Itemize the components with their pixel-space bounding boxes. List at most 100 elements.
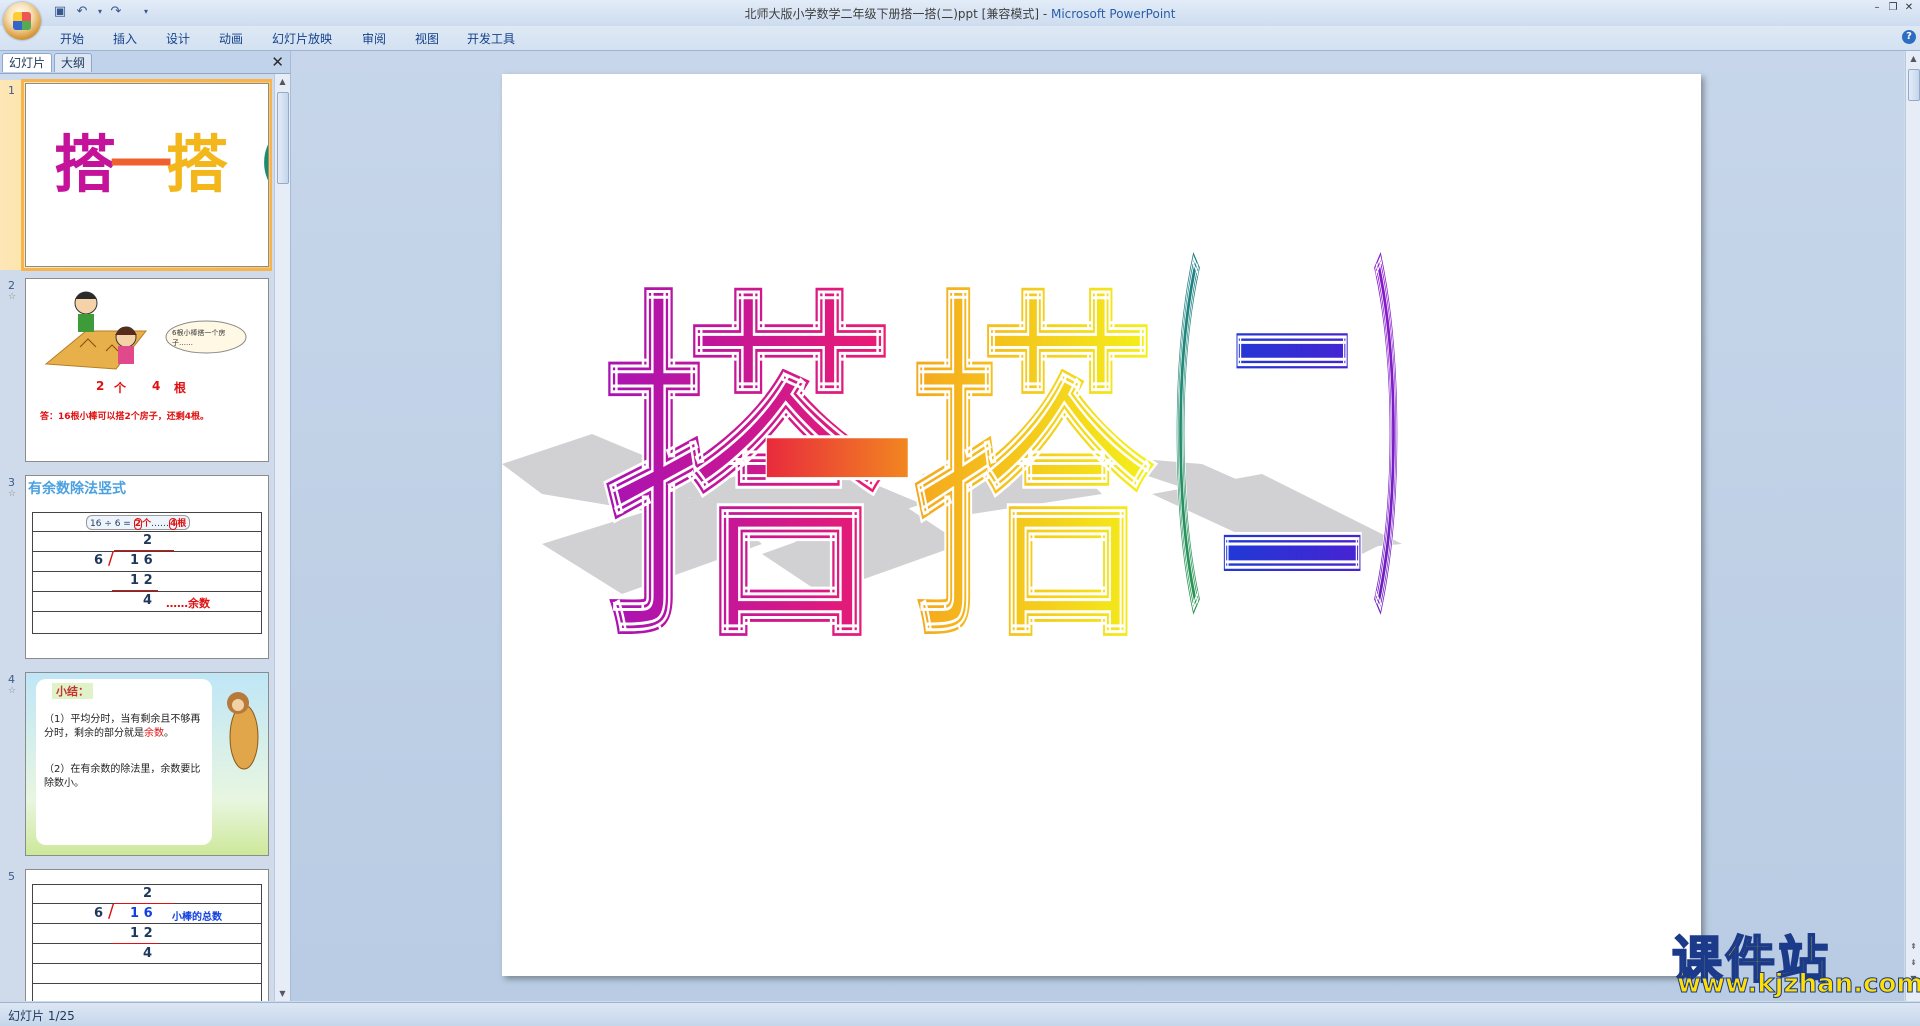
slide-1-title: 搭一搭（二） bbox=[54, 114, 268, 204]
equation-dots: …… bbox=[151, 519, 169, 529]
subtract-line bbox=[112, 590, 158, 591]
office-button[interactable] bbox=[3, 2, 41, 40]
point-1-keyword: 余数 bbox=[144, 728, 164, 739]
product: 1 2 bbox=[130, 926, 153, 941]
dividend: 1 6 bbox=[130, 553, 153, 568]
remainder-count: 4 bbox=[152, 379, 161, 393]
equation-box: 16 ÷ 6 = 2个……4根 bbox=[86, 515, 191, 530]
scroll-thumb[interactable] bbox=[1908, 69, 1920, 101]
editor-scrollbar[interactable]: ▲ ⇞ ⇟ ▼ bbox=[1905, 51, 1920, 1001]
division-line bbox=[114, 903, 174, 904]
title-char-4: （ bbox=[1122, 232, 1202, 662]
slide-3-preview: 有余数除法竖式 16 ÷ 6 = 2个……4根 2 6 / 1 6 1 2 4 … bbox=[25, 475, 269, 659]
slide-number: 3 bbox=[8, 476, 15, 489]
slide-thumbnail-3[interactable]: 3 ☆ 有余数除法竖式 16 ÷ 6 = 2个……4根 2 6 / 1 6 1 … bbox=[0, 472, 272, 664]
window-title: 北师大版小学数学二年级下册搭一搭(二)ppt [兼容模式] - Microsof… bbox=[0, 5, 1920, 22]
animation-star-icon: ☆ bbox=[8, 489, 17, 499]
answer-text: 答：16根小棒可以搭2个房子，还剩4根。 bbox=[40, 412, 210, 422]
point-1-end: 。 bbox=[164, 728, 174, 739]
next-slide-icon[interactable]: ⇟ bbox=[1906, 955, 1920, 970]
title-char-5: 二 bbox=[1217, 259, 1367, 655]
summary-point-2: （2）在有余数的除法里，余数要比除数小。 bbox=[44, 764, 201, 789]
result-count: 2 bbox=[96, 379, 105, 393]
slide-thumbnail-5[interactable]: 5 2 6 / 1 6 小棒的总数 1 2 4 bbox=[0, 866, 272, 1001]
minimize-icon[interactable]: – bbox=[1870, 2, 1884, 14]
tab-animations[interactable]: 动画 bbox=[219, 30, 243, 47]
summary-label: 小结： bbox=[52, 683, 93, 699]
slide-editor: 搭 一 搭 （ 二 ） bbox=[291, 51, 1904, 1001]
division-bracket: / bbox=[108, 548, 115, 569]
tab-slideshow[interactable]: 幻灯片放映 bbox=[272, 30, 332, 47]
animation-star-icon: ☆ bbox=[8, 686, 17, 696]
document-title: 北师大版小学数学二年级下册搭一搭(二)ppt [兼容模式] bbox=[744, 7, 1039, 21]
dividend-note: 小棒的总数 bbox=[172, 912, 222, 923]
monkey-illustration bbox=[227, 692, 259, 770]
slide-thumbnails: 1 搭一搭（二） 2 ☆ bbox=[0, 74, 272, 1001]
slide-2-preview: 6根小棒搭一个房子…… 2 个 4 根 答：16根小棒可以搭2个房子，还剩4根。 bbox=[25, 278, 269, 462]
thumb-char: （ bbox=[222, 128, 268, 201]
title-separator: - bbox=[1039, 7, 1051, 21]
slide-title-art: 搭 一 搭 （ 二 ） bbox=[502, 231, 1454, 692]
quotient: 2 bbox=[133, 518, 142, 530]
summary-point-1: （1）平均分时，当有剩余且不够再分时，剩余的部分就是余数。 bbox=[44, 713, 204, 741]
quotient-digit: 2 bbox=[143, 886, 153, 901]
slide-5-preview: 2 6 / 1 6 小棒的总数 1 2 4 bbox=[25, 869, 269, 1001]
tab-home[interactable]: 开始 bbox=[60, 30, 84, 47]
close-pane-icon[interactable]: ✕ bbox=[271, 53, 284, 71]
division-bracket: / bbox=[108, 901, 115, 922]
scroll-down-icon[interactable]: ▼ bbox=[275, 986, 290, 1001]
scroll-thumb[interactable] bbox=[277, 92, 289, 184]
tab-review[interactable]: 审阅 bbox=[362, 30, 386, 47]
slide-1-preview: 搭一搭（二） bbox=[21, 79, 272, 271]
remainder-digit: 4 bbox=[143, 593, 153, 608]
slide-number: 4 bbox=[8, 673, 15, 686]
tab-slides[interactable]: 幻灯片 bbox=[2, 53, 53, 72]
slide-thumbnail-1[interactable]: 1 搭一搭（二） bbox=[0, 79, 272, 271]
summary-card bbox=[36, 679, 212, 845]
division-line bbox=[114, 550, 174, 551]
result-unit: 个 bbox=[114, 381, 127, 395]
point-1-text: （1）平均分时，当有剩余且不够再分时，剩余的部分就是 bbox=[44, 714, 201, 739]
tab-insert[interactable]: 插入 bbox=[113, 30, 137, 47]
divisor: 6 bbox=[94, 553, 104, 568]
scroll-up-icon[interactable]: ▲ bbox=[1906, 51, 1920, 66]
current-slide[interactable]: 搭 一 搭 （ 二 ） bbox=[502, 74, 1701, 976]
help-icon[interactable]: ? bbox=[1902, 30, 1916, 44]
scroll-up-icon[interactable]: ▲ bbox=[275, 74, 290, 89]
slide-4-preview: 小结： （1）平均分时，当有剩余且不够再分时，剩余的部分就是余数。 （2）在有余… bbox=[25, 672, 269, 856]
tab-view[interactable]: 视图 bbox=[415, 30, 439, 47]
title-char-6: ） bbox=[1372, 232, 1452, 662]
pane-tabs: 幻灯片 大纲 ✕ bbox=[0, 51, 290, 74]
tab-developer[interactable]: 开发工具 bbox=[467, 30, 515, 47]
remainder-note: ……余数 bbox=[166, 597, 210, 610]
animation-star-icon: ☆ bbox=[8, 292, 17, 302]
remainder-unit: 根 bbox=[174, 381, 187, 395]
remainder-unit: 根 bbox=[177, 519, 187, 529]
quotient-unit: 个 bbox=[141, 519, 151, 529]
slide-number: 2 bbox=[8, 279, 15, 292]
remainder-digit: 4 bbox=[143, 946, 153, 961]
office-logo-icon bbox=[13, 12, 31, 30]
dividend: 1 6 bbox=[130, 906, 153, 921]
slides-pane: 幻灯片 大纲 ✕ 1 搭一搭（二） 2 ☆ bbox=[0, 51, 291, 1001]
ribbon-tabs: 开始 插入 设计 动画 幻灯片放映 审阅 视图 开发工具 ? bbox=[0, 26, 1920, 51]
subtract-line bbox=[112, 943, 158, 944]
tab-design[interactable]: 设计 bbox=[166, 30, 190, 47]
title-char-2: 一 bbox=[762, 260, 912, 690]
kids-illustration bbox=[44, 291, 247, 370]
restore-icon[interactable]: ❐ bbox=[1886, 2, 1900, 14]
title-char-3: 搭 bbox=[907, 260, 1157, 690]
thumbnails-scrollbar[interactable]: ▲ ▼ bbox=[274, 74, 290, 1001]
slide-number: 5 bbox=[8, 870, 15, 883]
previous-slide-icon[interactable]: ⇞ bbox=[1906, 939, 1920, 954]
tab-outline[interactable]: 大纲 bbox=[54, 53, 93, 72]
equation-text: 16 ÷ 6 = bbox=[90, 519, 131, 529]
slide-counter: 幻灯片 1/25 bbox=[8, 1009, 75, 1023]
slide-thumbnail-2[interactable]: 2 ☆ 6根小棒搭一个房子…… 2 个 4 根 答：16根小棒可以搭2个房子，还… bbox=[0, 275, 272, 467]
quotient-digit: 2 bbox=[143, 533, 153, 548]
product: 1 2 bbox=[130, 573, 153, 588]
close-window-icon[interactable]: ✕ bbox=[1902, 2, 1916, 14]
status-bar: 幻灯片 1/25 bbox=[0, 1002, 1920, 1026]
watermark-url: www.kjzhan.com bbox=[1676, 969, 1920, 1000]
slide-thumbnail-4[interactable]: 4 ☆ 小结： （1）平均分时，当有剩余且不够再分时，剩余的部分就是余数。 （2… bbox=[0, 669, 272, 861]
